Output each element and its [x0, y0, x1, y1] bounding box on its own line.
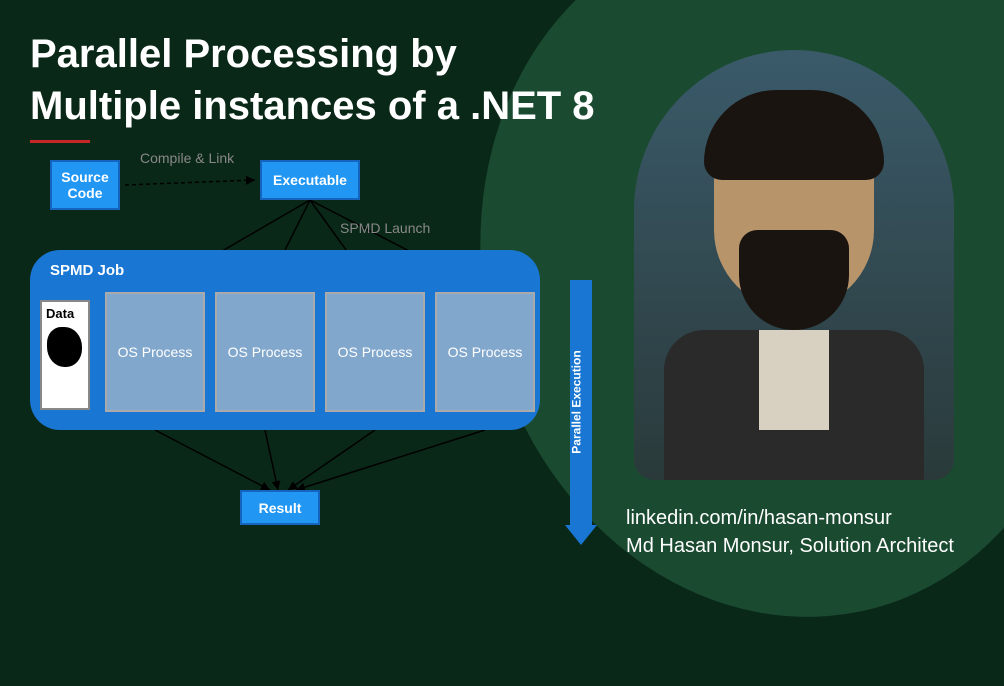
parallel-execution-label: Parallel Execution — [570, 350, 584, 453]
source-code-label: Source Code — [52, 169, 118, 201]
result-label: Result — [259, 500, 302, 516]
os-process-3: OS Process — [325, 292, 425, 412]
executable-label: Executable — [273, 172, 347, 188]
os-process-1: OS Process — [105, 292, 205, 412]
data-blob-icon — [47, 327, 82, 367]
data-label: Data — [46, 306, 74, 321]
author-name-title: Md Hasan Monsur, Solution Architect — [626, 532, 954, 560]
avatar-beard — [739, 230, 849, 330]
executable-box: Executable — [260, 160, 360, 200]
title-underline — [30, 140, 90, 143]
down-arrow-icon — [565, 525, 597, 545]
avatar-hair — [704, 90, 884, 180]
author-avatar — [634, 50, 954, 480]
os-process-4: OS Process — [435, 292, 535, 412]
spmd-job-label: SPMD Job — [50, 262, 124, 279]
data-box: Data — [40, 300, 90, 410]
page-title: Parallel Processing by Multiple instance… — [30, 28, 595, 132]
result-box: Result — [240, 490, 320, 525]
source-code-box: Source Code — [50, 160, 120, 210]
spmd-job-container: SPMD Job Data OS Process OS Process OS P… — [30, 250, 540, 430]
linkedin-url: linkedin.com/in/hasan-monsur — [626, 504, 954, 532]
title-line-1: Parallel Processing by — [30, 32, 457, 76]
spmd-launch-label: SPMD Launch — [340, 220, 430, 236]
compile-link-label: Compile & Link — [140, 150, 234, 166]
parallel-execution-bar: Parallel Execution — [570, 280, 592, 530]
avatar-shirt — [759, 330, 829, 430]
author-credits: linkedin.com/in/hasan-monsur Md Hasan Mo… — [626, 504, 954, 560]
spmd-diagram: Source Code Compile & Link Executable SP… — [30, 150, 570, 550]
title-line-2: Multiple instances of a .NET 8 — [30, 84, 595, 128]
os-process-2: OS Process — [215, 292, 315, 412]
